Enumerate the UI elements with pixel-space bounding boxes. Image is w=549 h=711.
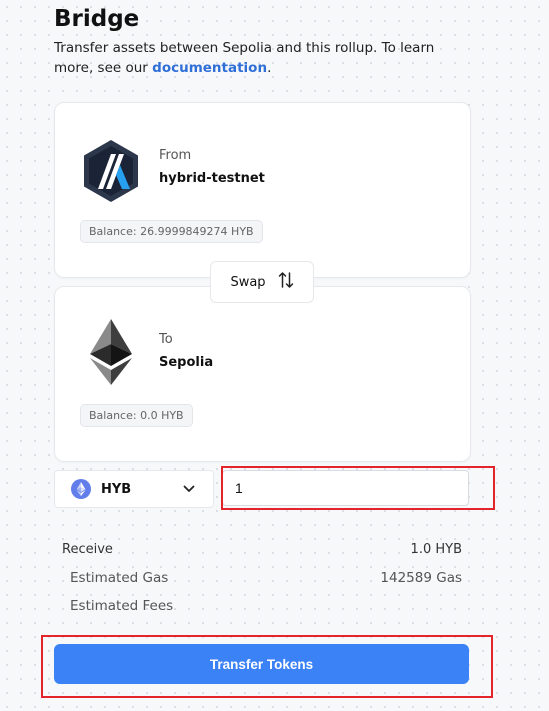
- from-network-card: From hybrid-testnet Balance: 26.99998492…: [54, 102, 471, 278]
- page-title: Bridge: [54, 6, 140, 32]
- documentation-link[interactable]: documentation: [152, 60, 267, 76]
- amount-input[interactable]: [222, 470, 469, 506]
- receive-value: 1.0 HYB: [410, 542, 462, 557]
- swap-label: Swap: [230, 274, 266, 290]
- from-balance-badge: Balance: 26.9999849274 HYB: [80, 220, 263, 243]
- transfer-tokens-button[interactable]: Transfer Tokens: [54, 644, 469, 684]
- chevron-down-icon: [183, 485, 195, 493]
- from-network-name: hybrid-testnet: [159, 171, 265, 186]
- selected-token-label: HYB: [101, 481, 132, 497]
- ethereum-logo: [89, 318, 133, 386]
- swap-button[interactable]: Swap: [210, 261, 314, 303]
- to-network-name: Sepolia: [159, 355, 214, 370]
- from-label: From: [159, 148, 192, 163]
- estimated-gas-value: 142589 Gas: [380, 570, 462, 586]
- ethereum-icon: [71, 479, 91, 499]
- to-network-card: To Sepolia Balance: 0.0 HYB: [54, 286, 471, 462]
- to-balance-badge: Balance: 0.0 HYB: [80, 404, 193, 427]
- estimated-gas-label: Estimated Gas: [70, 570, 169, 586]
- subtitle-suffix: .: [267, 60, 272, 76]
- receive-label: Receive: [62, 542, 113, 557]
- estimated-fees-label: Estimated Fees: [70, 598, 174, 614]
- to-label: To: [159, 332, 173, 347]
- swap-arrows-icon: [278, 271, 294, 293]
- token-select[interactable]: HYB: [54, 470, 214, 508]
- arbitrum-logo: [82, 139, 140, 203]
- page-subtitle: Transfer assets between Sepolia and this…: [54, 38, 454, 78]
